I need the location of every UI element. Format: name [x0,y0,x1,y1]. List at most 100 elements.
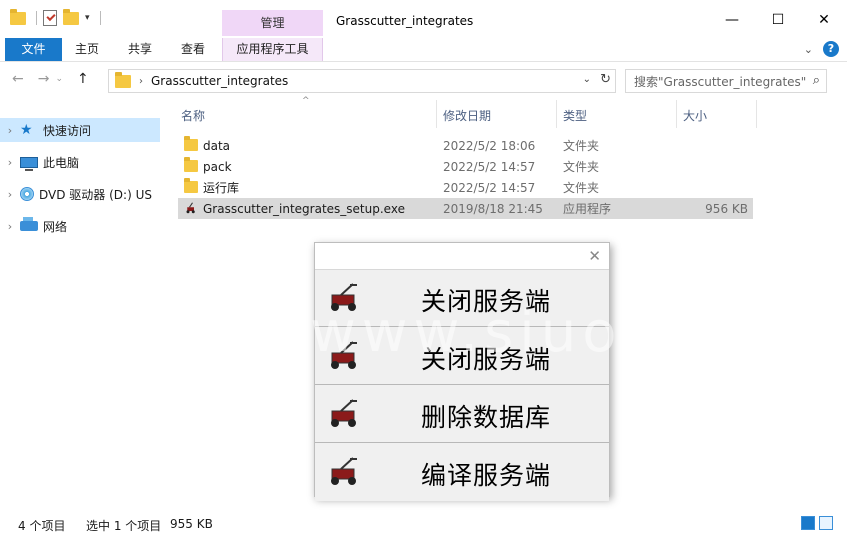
properties-icon[interactable] [43,10,57,26]
server-control-dialog: ✕ 关闭服务端 关闭服务端 删除数据库 编译服务端 [314,242,610,501]
tab-home[interactable]: 主页 [62,38,112,61]
separator [36,11,37,25]
new-folder-icon[interactable] [63,8,79,25]
search-icon[interactable]: ⌕ [813,73,820,88]
button-label: 关闭服务端 [421,287,552,316]
nav-item-dvd-drive[interactable]: › DVD 驱动器 (D:) US [0,182,160,206]
tab-app-tools[interactable]: 应用程序工具 [222,38,323,61]
column-header-type[interactable]: 类型 [563,105,587,127]
folder-icon [184,157,198,172]
ribbon-tabs: 文件 主页 共享 查看 应用程序工具 ⌄ ? [0,38,847,62]
computer-icon [20,156,38,171]
stop-server-button[interactable]: 关闭服务端 [315,270,609,327]
column-divider[interactable] [756,100,757,128]
file-row-selected[interactable]: Grasscutter_integrates_setup.exe 2019/8/… [178,198,753,219]
breadcrumb-separator-icon[interactable]: › [139,76,143,87]
file-name: Grasscutter_integrates_setup.exe [203,201,405,216]
status-bar: 4 个项目 选中 1 个项目 955 KB [0,513,847,537]
lawn-mower-icon [331,457,357,485]
chevron-right-icon[interactable]: › [0,188,20,201]
file-type: 文件夹 [563,139,600,153]
tab-view[interactable]: 查看 [168,38,218,61]
lawn-mower-icon [184,202,195,214]
refresh-icon[interactable]: ↻ [600,72,611,87]
breadcrumb[interactable]: Grasscutter_integrates [151,74,288,88]
folder-icon [184,136,198,151]
maximize-button[interactable]: ☐ [755,0,801,40]
file-date: 2019/8/18 21:45 [443,201,543,216]
delete-database-button[interactable]: 删除数据库 [315,386,609,443]
file-row[interactable]: pack 2022/5/2 14:57 文件夹 [178,156,753,177]
chevron-right-icon[interactable]: › [0,156,20,169]
folder-icon [10,8,26,25]
button-label: 关闭服务端 [421,345,552,374]
nav-item-label: DVD 驱动器 (D:) US [39,187,152,202]
back-arrow-icon[interactable]: ← [12,71,24,87]
window-title: Grasscutter_integrates [336,14,474,28]
large-icons-view-icon[interactable] [819,516,833,530]
search-input[interactable]: 搜索"Grasscutter_integrates" ⌕ [625,69,827,93]
column-header-name[interactable]: 名称 [181,105,205,127]
customize-toolbar-icon[interactable]: ▾ [85,13,90,23]
compile-server-button[interactable]: 编译服务端 [315,444,609,501]
nav-item-label: 快速访问 [43,123,92,138]
lawn-mower-icon [331,399,357,427]
stop-server-button-2[interactable]: 关闭服务端 [315,328,609,385]
file-name: 运行库 [203,181,240,195]
nav-item-label: 网络 [43,219,68,234]
file-date: 2022/5/2 14:57 [443,159,536,174]
help-icon[interactable]: ? [823,41,839,57]
close-button[interactable]: ✕ [801,0,847,40]
item-count: 4 个项目 [18,519,66,533]
navigation-pane: › ★ 快速访问 › 此电脑 › DVD 驱动器 (D:) US › 网络 [0,100,162,505]
close-icon[interactable]: ✕ [588,247,601,265]
sort-ascending-icon: ^ [302,96,310,106]
chevron-right-icon[interactable]: › [0,124,20,137]
nav-item-quick-access[interactable]: › ★ 快速访问 [0,118,160,142]
file-type: 文件夹 [563,181,600,195]
address-bar[interactable]: › Grasscutter_integrates ⌄ ↻ [108,69,616,93]
file-type: 应用程序 [563,202,612,216]
file-name: pack [203,159,232,174]
column-divider[interactable] [556,100,557,128]
column-header-date[interactable]: 修改日期 [443,105,491,127]
file-name: data [203,138,231,153]
forward-arrow-icon[interactable]: → [38,71,50,87]
manage-context-header: 管理 [222,10,323,36]
button-label: 编译服务端 [421,461,552,490]
dialog-titlebar: ✕ [315,243,609,270]
minimize-button[interactable]: — [709,0,755,40]
recent-locations-icon[interactable]: ⌄ [55,74,63,87]
tab-file[interactable]: 文件 [5,38,62,61]
nav-item-network[interactable]: › 网络 [0,214,160,238]
nav-item-label: 此电脑 [43,155,80,170]
navigation-bar: ← → ⌄ ↑ › Grasscutter_integrates ⌄ ↻ 搜索"… [0,63,847,97]
dvd-icon [20,187,34,201]
up-arrow-icon[interactable]: ↑ [77,71,89,87]
selection-count: 选中 1 个项目 [86,519,162,533]
network-icon [20,217,38,231]
file-row[interactable]: data 2022/5/2 18:06 文件夹 [178,135,753,156]
folder-icon [115,71,131,88]
column-divider[interactable] [676,100,677,128]
details-view-icon[interactable] [801,516,815,530]
tab-share[interactable]: 共享 [114,38,166,61]
column-header-size[interactable]: 大小 [683,105,707,127]
selection-size: 955 KB [170,517,213,531]
chevron-down-icon[interactable]: ⌄ [583,74,591,85]
title-bar: ▾ 管理 Grasscutter_integrates — ☐ ✕ [0,0,847,38]
file-date: 2022/5/2 18:06 [443,138,536,153]
folder-icon [184,178,198,193]
file-type: 文件夹 [563,160,600,174]
nav-item-this-pc[interactable]: › 此电脑 [0,150,160,174]
chevron-down-icon[interactable]: ⌄ [804,43,813,56]
chevron-right-icon[interactable]: › [0,220,20,233]
file-size: 956 KB [705,201,748,216]
search-placeholder: 搜索"Grasscutter_integrates" [634,74,807,89]
lawn-mower-icon [331,283,357,311]
button-label: 删除数据库 [421,403,552,432]
column-divider[interactable] [436,100,437,128]
separator [99,11,101,25]
file-row[interactable]: 运行库 2022/5/2 14:57 文件夹 [178,177,753,198]
quick-access-toolbar: ▾ [10,8,101,26]
